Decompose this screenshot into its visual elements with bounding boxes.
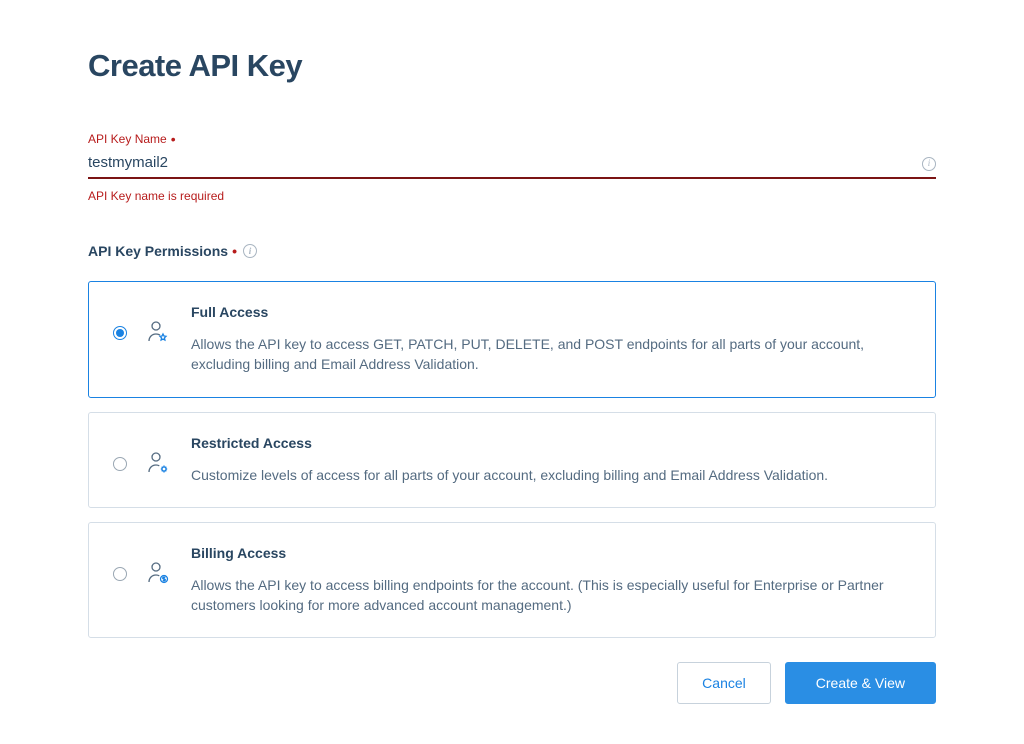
api-key-name-field-group: API Key Name • i API Key name is require…: [88, 132, 936, 203]
cancel-button[interactable]: Cancel: [677, 662, 771, 704]
action-bar: Cancel Create & View: [88, 662, 936, 704]
user-gear-icon: [147, 451, 171, 475]
radio-restricted-access[interactable]: [113, 457, 127, 471]
option-title: Full Access: [191, 304, 911, 320]
create-api-key-page: Create API Key API Key Name • i API Key …: [0, 0, 1024, 744]
permissions-label: API Key Permissions • i: [88, 243, 936, 259]
user-dollar-icon: [147, 561, 171, 585]
required-dot-icon: •: [232, 244, 237, 258]
page-title: Create API Key: [88, 48, 936, 84]
required-dot-icon: •: [171, 132, 176, 146]
permission-options: Full Access Allows the API key to access…: [88, 281, 936, 638]
api-key-name-label-text: API Key Name: [88, 132, 167, 146]
option-description: Allows the API key to access GET, PATCH,…: [191, 334, 911, 375]
api-key-name-input[interactable]: [88, 150, 922, 177]
option-description: Allows the API key to access billing end…: [191, 575, 911, 616]
radio-billing-access[interactable]: [113, 567, 127, 581]
option-title: Billing Access: [191, 545, 911, 561]
permission-option-restricted-access[interactable]: Restricted Access Customize levels of ac…: [88, 412, 936, 508]
create-and-view-button[interactable]: Create & View: [785, 662, 936, 704]
user-star-icon: [147, 320, 171, 344]
api-key-name-label: API Key Name •: [88, 132, 936, 146]
permission-option-billing-access[interactable]: Billing Access Allows the API key to acc…: [88, 522, 936, 639]
radio-full-access[interactable]: [113, 326, 127, 340]
api-key-name-error: API Key name is required: [88, 189, 936, 203]
option-text: Billing Access Allows the API key to acc…: [191, 545, 911, 616]
permissions-label-text: API Key Permissions: [88, 243, 228, 259]
info-icon[interactable]: i: [243, 244, 257, 258]
option-text: Restricted Access Customize levels of ac…: [191, 435, 911, 485]
option-text: Full Access Allows the API key to access…: [191, 304, 911, 375]
info-icon[interactable]: i: [922, 157, 936, 171]
api-key-name-input-wrap: i: [88, 150, 936, 179]
permission-option-full-access[interactable]: Full Access Allows the API key to access…: [88, 281, 936, 398]
option-description: Customize levels of access for all parts…: [191, 465, 911, 485]
option-title: Restricted Access: [191, 435, 911, 451]
